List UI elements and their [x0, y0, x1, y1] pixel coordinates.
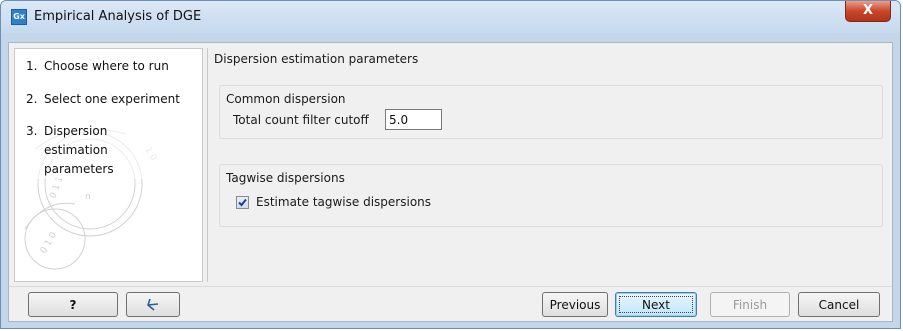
step-number: 3. [26, 124, 38, 138]
finish-button[interactable]: Finish [710, 292, 790, 317]
previous-button[interactable]: Previous [542, 292, 608, 317]
checkmark-icon [238, 198, 247, 207]
parameters-panel: Dispersion estimation parameters Common … [207, 48, 889, 282]
dialog-window: Gx Empirical Analysis of DGE X O L 0 1 1… [0, 0, 901, 329]
title-bar[interactable]: Gx Empirical Analysis of DGE X [1, 1, 900, 33]
step-label: Choose where to run [44, 59, 169, 73]
cancel-button[interactable]: Cancel [798, 292, 880, 317]
footer-divider [9, 286, 892, 287]
dialog-body: O L 0 1 1 n 0 1 0 1 0 1. Choose where to… [8, 42, 893, 322]
estimate-tagwise-label[interactable]: Estimate tagwise dispersions [256, 195, 431, 209]
close-button[interactable]: X [845, 1, 891, 22]
reset-button[interactable] [126, 292, 180, 317]
help-button[interactable]: ? [28, 292, 118, 317]
reset-arrow-icon [147, 298, 159, 311]
app-icon: Gx [11, 9, 27, 25]
step-number: 2. [26, 92, 38, 106]
step-item-3: 3. Dispersion estimation parameters [26, 122, 164, 179]
group-title: Tagwise dispersions [226, 171, 345, 185]
group-title: Common dispersion [226, 92, 346, 106]
common-dispersion-group: Common dispersion Total count filter cut… [219, 85, 883, 139]
step-label: Select one experiment [44, 92, 180, 106]
tagwise-dispersions-group: Tagwise dispersions Estimate tagwise dis… [219, 164, 883, 227]
focus-ring [619, 296, 693, 313]
next-button[interactable]: Next [615, 292, 697, 317]
window-title: Empirical Analysis of DGE [34, 9, 202, 24]
step-label: Dispersion estimation parameters [44, 124, 114, 176]
estimate-tagwise-checkbox[interactable] [236, 196, 249, 209]
wizard-steps-panel: O L 0 1 1 n 0 1 0 1 0 1. Choose where to… [14, 48, 203, 282]
svg-text:0 1 0: 0 1 0 [39, 230, 59, 255]
help-icon: ? [69, 298, 77, 312]
watermark-graphic: O L 0 1 1 n 0 1 0 1 0 [24, 90, 158, 270]
step-item-1: 1. Choose where to run [26, 57, 196, 76]
cutoff-input[interactable] [385, 109, 442, 130]
cutoff-label: Total count filter cutoff [233, 113, 369, 127]
svg-text:n: n [85, 192, 91, 202]
step-number: 1. [26, 59, 38, 73]
step-item-2: 2. Select one experiment [26, 90, 196, 109]
section-title: Dispersion estimation parameters [214, 52, 419, 66]
